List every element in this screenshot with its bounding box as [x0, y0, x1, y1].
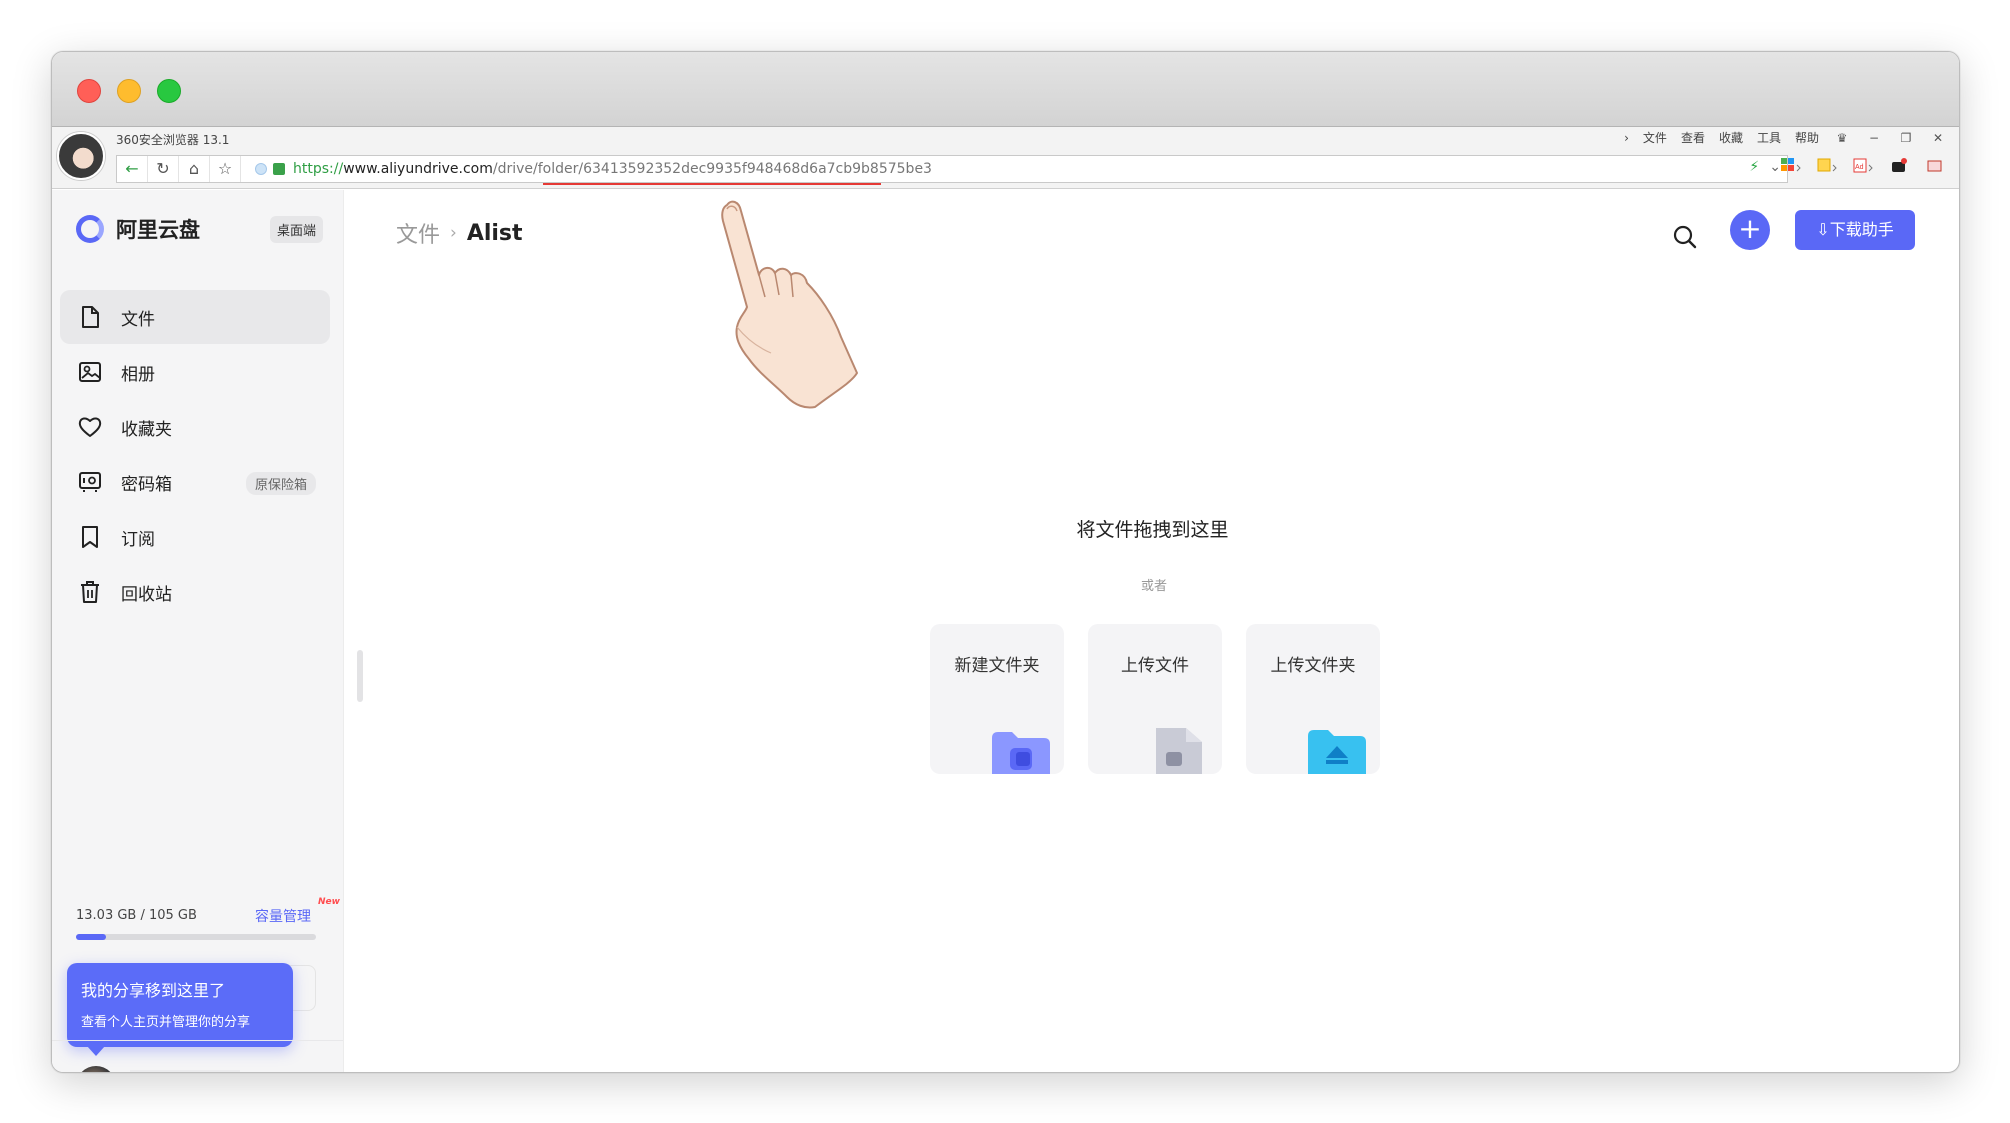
sidebar-item-label: 回收站: [121, 584, 172, 605]
star-icon[interactable]: ☆: [210, 156, 241, 182]
sidebar-item-safe[interactable]: 密码箱 原保险箱: [60, 455, 330, 509]
pointing-hand-icon: [721, 200, 858, 409]
sidebar: 阿里云盘 桌面端 文件 相册 收藏夹 密码箱 原保险箱 订阅 回收站 13.03…: [52, 190, 344, 1072]
reader-icon[interactable]: [1921, 157, 1949, 179]
url-highlight-underline: [543, 183, 881, 185]
user-name-placeholder[interactable]: [130, 1070, 240, 1072]
skin-icon[interactable]: ♛: [1833, 131, 1851, 145]
restore-icon[interactable]: ❐: [1897, 131, 1915, 145]
upload-file-label: 上传文件: [1121, 656, 1189, 676]
avatar[interactable]: [76, 1066, 116, 1072]
breadcrumb-chevron-icon: ›: [450, 223, 457, 243]
zoom-window-button[interactable]: [157, 79, 181, 103]
new-folder-label: 新建文件夹: [954, 656, 1040, 676]
sidebar-item-album[interactable]: 相册: [60, 345, 330, 399]
download-assistant-button[interactable]: ⇩下载助手: [1795, 210, 1915, 250]
sidebar-item-label: 密码箱: [121, 474, 172, 495]
sidebar-item-trash[interactable]: 回收站: [60, 565, 330, 619]
storage-usage: 13.03 GB / 105 GB: [76, 908, 197, 923]
breadcrumb-root[interactable]: 文件: [396, 217, 440, 249]
album-icon: [78, 360, 102, 384]
close-window-button[interactable]: [77, 79, 101, 103]
old-name-badge: 原保险箱: [245, 472, 316, 495]
tooltip-title: 我的分享移到这里了: [81, 981, 226, 1000]
sidebar-item-label: 订阅: [121, 529, 155, 550]
sidebar-item-files[interactable]: 文件: [60, 290, 330, 344]
breadcrumb: 文件 › Alist: [396, 217, 523, 249]
storage-manage-link[interactable]: 容量管理: [255, 906, 311, 926]
menu-item-favorites[interactable]: 收藏: [1719, 129, 1743, 146]
upload-file-icon: [1150, 728, 1208, 774]
browser-menu-bar: › 文件 查看 收藏 工具 帮助 ♛ − ❐ ✕: [1624, 129, 1947, 146]
address-bar-row: ← ↻ ⌂ ☆ https:// www.aliyundrive.com /dr…: [116, 155, 1788, 185]
lock-icon: [273, 163, 285, 175]
drop-zone-or: 或者: [1141, 579, 1168, 594]
browser-version-label: 360安全浏览器 13.1: [116, 133, 230, 147]
speed-mode-icon[interactable]: ⚡: [1749, 159, 1759, 175]
new-badge: New: [318, 897, 340, 907]
breadcrumb-current: Alist: [466, 220, 523, 246]
new-folder-icon: [992, 728, 1050, 774]
download-button-label: 下载助手: [1829, 220, 1894, 239]
storage-progress-fill: [76, 934, 106, 940]
desktop-app-button[interactable]: 桌面端: [270, 216, 324, 243]
drop-zone-title: 将文件拖拽到这里: [1076, 519, 1229, 541]
browser-profile-avatar[interactable]: [57, 132, 105, 180]
extension-icons: Ad: [1777, 157, 1949, 179]
file-icon: [78, 305, 102, 329]
upload-folder-icon: [1308, 728, 1366, 774]
tooltip-subtitle: 查看个人主页并管理你的分享: [81, 1015, 251, 1030]
screenshot-icon[interactable]: [1813, 157, 1841, 179]
menu-item-view[interactable]: 查看: [1681, 129, 1705, 146]
bookmark-icon: [78, 525, 102, 549]
add-button[interactable]: +: [1730, 210, 1770, 250]
url-path: /drive/folder/63413592352dec9935f948468d…: [492, 161, 932, 177]
url-protocol: https://: [293, 161, 344, 177]
trash-icon: [78, 580, 102, 604]
upload-file-card[interactable]: 上传文件: [1088, 624, 1222, 774]
upload-folder-card[interactable]: 上传文件夹: [1246, 624, 1380, 774]
close-icon[interactable]: ✕: [1929, 131, 1947, 145]
wallet-icon[interactable]: [1885, 157, 1913, 179]
browser-window: 360安全浏览器 13.1 › 文件 查看 收藏 工具 帮助 ♛ − ❐ ✕ ←…: [51, 51, 1960, 1073]
minimize-icon[interactable]: −: [1865, 131, 1883, 145]
sidebar-item-label: 文件: [121, 309, 155, 330]
url-domain: www.aliyundrive.com: [343, 161, 493, 177]
new-folder-card[interactable]: 新建文件夹: [930, 624, 1064, 774]
share-moved-tooltip[interactable]: 我的分享移到这里了 查看个人主页并管理你的分享: [67, 963, 293, 1056]
sidebar-item-subscriptions[interactable]: 订阅: [60, 510, 330, 564]
search-icon[interactable]: [1672, 224, 1700, 252]
pdf-icon[interactable]: Ad: [1849, 157, 1877, 179]
download-icon: ⇩: [1816, 220, 1830, 239]
apps-grid-icon[interactable]: [1777, 157, 1805, 179]
sidebar-item-favorites[interactable]: 收藏夹: [60, 400, 330, 454]
minimize-window-button[interactable]: [117, 79, 141, 103]
reload-icon[interactable]: ↻: [148, 156, 179, 182]
menu-chevron-icon[interactable]: ›: [1624, 131, 1629, 145]
home-icon[interactable]: ⌂: [179, 156, 210, 182]
aliyun-logo-icon: [76, 215, 104, 243]
storage-progress-bar: [76, 934, 316, 940]
url-input[interactable]: https:// www.aliyundrive.com /drive/fold…: [241, 156, 1787, 185]
menu-item-tools[interactable]: 工具: [1757, 129, 1781, 146]
sidebar-divider: [52, 1040, 343, 1041]
back-arrow-icon[interactable]: ←: [117, 156, 148, 182]
menu-item-help[interactable]: 帮助: [1795, 129, 1819, 146]
safe-icon: [78, 470, 102, 494]
heart-icon: [78, 415, 102, 439]
svg-text:Ad: Ad: [1855, 164, 1864, 171]
browser-toolbar: 360安全浏览器 13.1 › 文件 查看 收藏 工具 帮助 ♛ − ❐ ✕ ←…: [52, 127, 1959, 189]
upload-folder-label: 上传文件夹: [1270, 656, 1356, 676]
site-info-icon[interactable]: [255, 163, 267, 175]
sidebar-item-label: 相册: [121, 364, 155, 385]
sidebar-resize-handle[interactable]: [357, 650, 363, 702]
brand-name: 阿里云盘: [116, 218, 200, 242]
window-titlebar: [52, 52, 1959, 127]
sidebar-nav: 文件 相册 收藏夹 密码箱 原保险箱 订阅 回收站: [60, 290, 330, 620]
menu-item-file[interactable]: 文件: [1643, 129, 1667, 146]
sidebar-item-label: 收藏夹: [121, 419, 172, 440]
page-content: 阿里云盘 桌面端 文件 相册 收藏夹 密码箱 原保险箱 订阅 回收站 13.03…: [52, 190, 1959, 1072]
